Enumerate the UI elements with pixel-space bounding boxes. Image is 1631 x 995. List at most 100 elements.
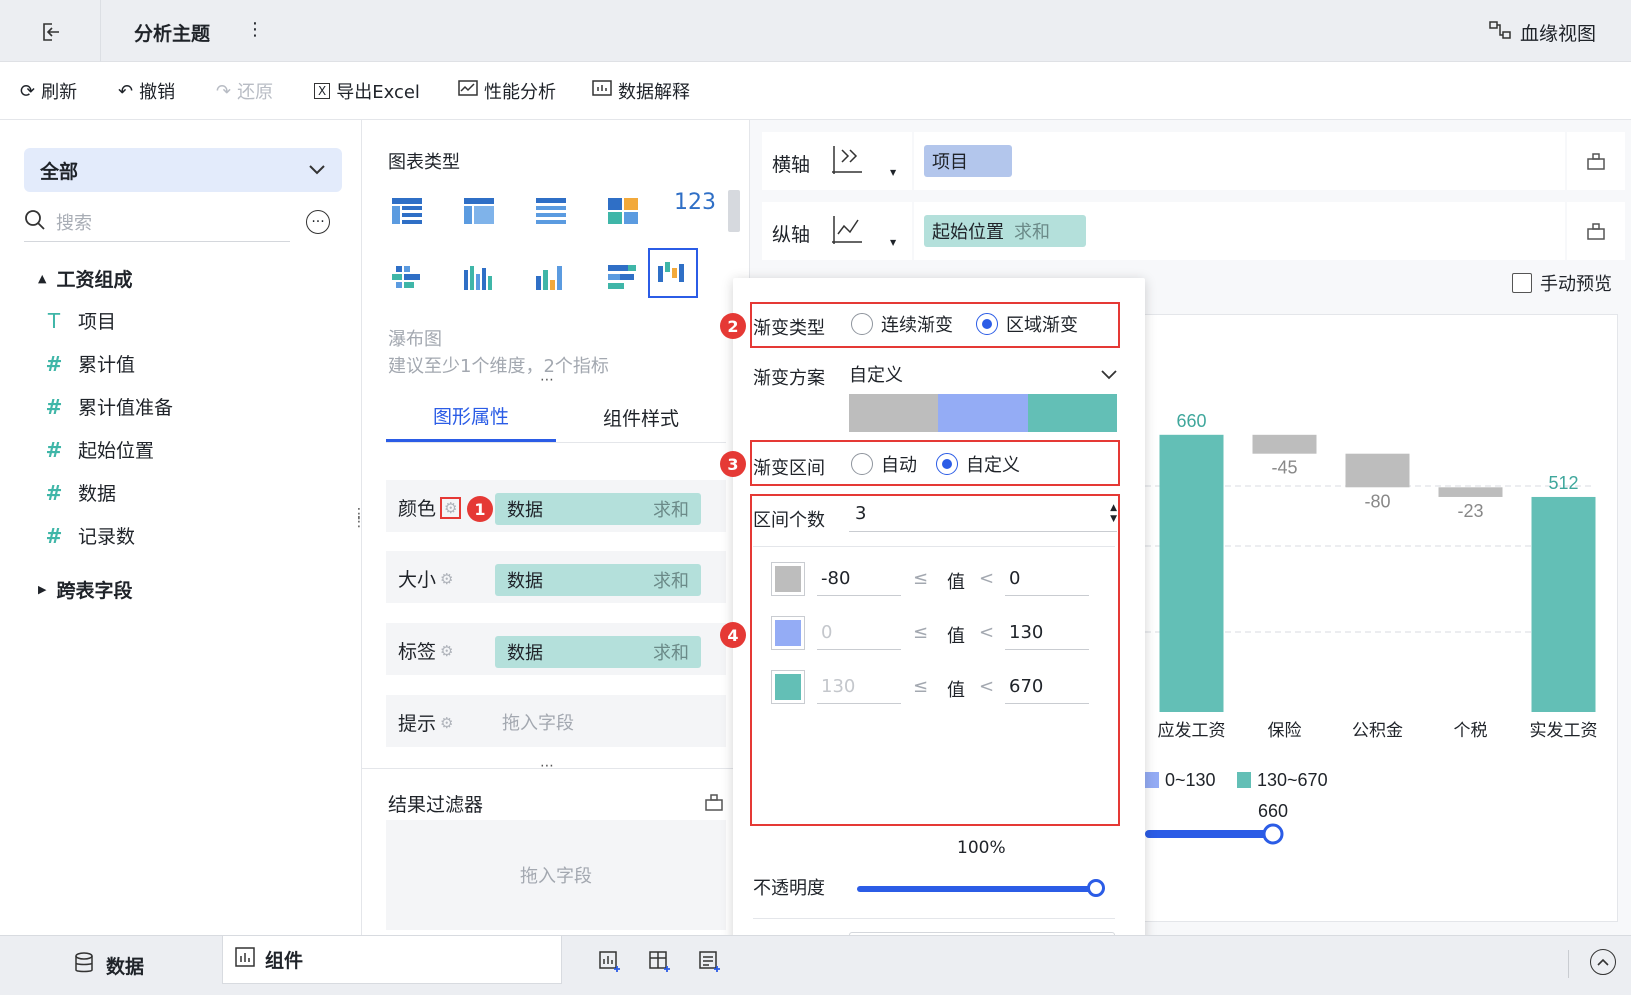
group-label: 跨表字段 — [56, 580, 133, 602]
opacity-slider-handle[interactable] — [1087, 879, 1105, 897]
table-dropdown[interactable]: 全部 — [24, 148, 342, 192]
data-tab[interactable]: 数据 — [74, 952, 144, 979]
add-component-icon[interactable] — [598, 950, 622, 978]
field-item[interactable]: T 项目 — [44, 307, 116, 334]
checkbox[interactable] — [1512, 273, 1532, 293]
resize-handle-icon[interactable]: ⋯ — [540, 758, 556, 774]
label-field-pill[interactable]: 数据 求和 — [495, 636, 701, 668]
redo-button[interactable]: ↷ 还原 — [216, 78, 273, 104]
scheme-color-segment — [849, 394, 939, 432]
legend-label: 0~130 — [1165, 770, 1216, 790]
size-field-pill[interactable]: 数据 求和 — [495, 564, 701, 596]
field-item[interactable]: # 记录数 — [44, 522, 135, 549]
tab-label: 组件样式 — [602, 407, 679, 430]
caret-down-icon[interactable]: ▼ — [890, 238, 896, 247]
chart-icon — [235, 947, 255, 972]
manual-preview-toggle[interactable]: 手动预览 — [1512, 270, 1612, 296]
more-menu-button[interactable]: ⋮ — [246, 19, 264, 40]
y-axis-icon[interactable] — [830, 214, 864, 250]
field-label: 数据 — [78, 483, 117, 505]
collapse-up-icon[interactable] — [1590, 949, 1616, 975]
x-axis-icon[interactable] — [830, 144, 864, 180]
group-salary[interactable]: ▲ 工资组成 — [38, 265, 132, 292]
x-axis-settings-icon[interactable] — [1567, 132, 1625, 190]
caret-down-icon[interactable]: ▼ — [890, 168, 896, 177]
tab-component-style[interactable]: 组件样式 — [556, 392, 726, 442]
color-field-pill[interactable]: 数据 求和 — [495, 493, 701, 525]
data-explain-icon — [592, 79, 612, 103]
filter-settings-icon[interactable] — [704, 792, 724, 816]
lineage-view-button[interactable]: 血缘视图 — [1488, 19, 1596, 46]
grouped-table-icon[interactable] — [390, 262, 426, 298]
legend-label: 130~670 — [1257, 770, 1328, 790]
waterfall-bar[interactable] — [1531, 496, 1596, 712]
component-tab[interactable]: 组件 — [222, 936, 562, 984]
kpi-card-icon[interactable] — [606, 196, 642, 232]
detail-table-icon[interactable] — [534, 196, 570, 232]
data-explain-button[interactable]: 数据解释 — [592, 78, 690, 104]
export-excel-button[interactable]: X 导出Excel — [314, 78, 420, 104]
filter-drop-zone[interactable]: 拖入字段 — [386, 820, 726, 930]
y-axis-settings-icon[interactable] — [1567, 202, 1625, 260]
opacity-slider[interactable] — [857, 886, 1095, 892]
pill-agg: 求和 — [1014, 222, 1050, 243]
annotation-badge-1: 1 — [467, 496, 493, 522]
add-text-icon[interactable] — [698, 950, 722, 978]
annotation-badge-4: 4 — [720, 622, 746, 648]
field-item[interactable]: # 累计值 — [44, 350, 135, 377]
x-tick-label: 公积金 — [1352, 721, 1403, 740]
refresh-button[interactable]: ⟳ 刷新 — [20, 78, 77, 104]
bar-chart-icon[interactable] — [534, 262, 570, 298]
tab-graph-properties[interactable]: 图形属性 — [386, 392, 556, 442]
number-card-text: 123 — [674, 190, 716, 215]
group-cross-table[interactable]: ▶ 跨表字段 — [38, 576, 132, 603]
data-explain-label: 数据解释 — [618, 82, 690, 103]
gear-icon[interactable]: ⚙ — [440, 570, 453, 588]
pill-agg: 求和 — [653, 500, 689, 521]
more-options-icon[interactable]: ··· — [306, 210, 330, 234]
field-item[interactable]: # 数据 — [44, 479, 116, 506]
y-axis-drop-zone[interactable]: 起始位置 求和 — [914, 202, 1565, 260]
gradient-scheme-label: 渐变方案 — [753, 368, 825, 389]
page-title: 分析主题 — [134, 23, 211, 45]
performance-analysis-button[interactable]: 性能分析 — [458, 78, 556, 104]
waterfall-bar[interactable] — [1438, 487, 1503, 497]
waterfall-bar[interactable] — [1345, 453, 1410, 488]
x-axis-field-pill[interactable]: 项目 — [924, 145, 1012, 177]
gradient-scheme-preview[interactable] — [849, 394, 1117, 432]
field-item[interactable]: # 起始位置 — [44, 436, 154, 463]
undo-button[interactable]: ↶ 撤销 — [118, 78, 175, 104]
tab-label: 图形属性 — [432, 406, 509, 428]
number-card-icon[interactable]: 123 — [674, 190, 718, 226]
grouped-bar-icon[interactable] — [462, 262, 498, 298]
chevron-down-icon — [308, 161, 326, 180]
field-item[interactable]: # 累计值准备 — [44, 393, 173, 420]
x-axis-label: 横轴 — [772, 154, 811, 176]
gradient-scheme-select[interactable]: 自定义 — [849, 356, 1117, 392]
stacked-bar-icon[interactable] — [606, 262, 642, 298]
waterfall-chart-icon[interactable] — [648, 248, 698, 298]
tooltip-property-row[interactable]: 提示 ⚙ 拖入字段 — [386, 695, 726, 747]
redo-icon: ↷ — [216, 80, 232, 102]
waterfall-bar[interactable] — [1159, 434, 1224, 712]
y-axis-field-pill[interactable]: 起始位置 求和 — [924, 215, 1086, 247]
table-chart-icon[interactable] — [390, 196, 426, 232]
data-label: -23 — [1457, 501, 1483, 521]
search-input[interactable]: 搜索 — [56, 209, 92, 235]
resize-handle-icon[interactable]: ⋯ — [540, 372, 556, 388]
waterfall-chart: 660 应发工资 -45 保险 -80 公积金 -23 个税 512 实发工资 0~130 130~6… — [1145, 411, 1598, 845]
exit-icon[interactable] — [38, 20, 62, 48]
range-slider-handle[interactable] — [1262, 823, 1284, 845]
field-search[interactable]: 搜索 — [24, 202, 290, 242]
range-slider-track[interactable] — [1145, 830, 1273, 838]
gear-icon[interactable]: ⚙ — [440, 642, 453, 660]
add-table-icon[interactable] — [648, 950, 672, 978]
waterfall-bar[interactable] — [1252, 434, 1317, 454]
x-axis-drop-zone[interactable]: 项目 — [914, 132, 1565, 190]
gear-icon[interactable]: ⚙ — [440, 496, 462, 519]
data-label: 660 — [1176, 411, 1206, 431]
crosstab-chart-icon[interactable] — [462, 196, 498, 232]
chart-type-scrollbar[interactable] — [728, 190, 740, 232]
gear-icon[interactable]: ⚙ — [440, 714, 453, 732]
chevron-down-icon — [1101, 364, 1117, 385]
